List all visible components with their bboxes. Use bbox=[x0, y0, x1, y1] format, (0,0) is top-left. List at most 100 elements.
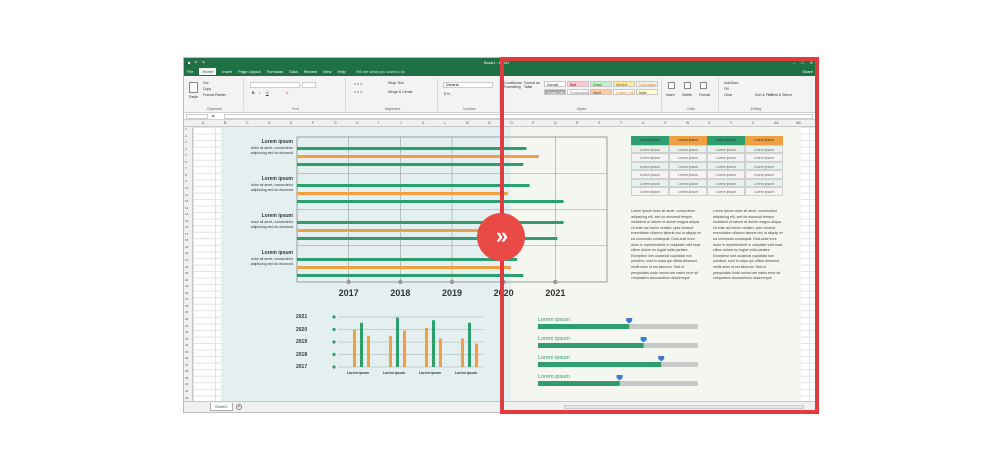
row-header[interactable]: 39 bbox=[185, 376, 188, 380]
column-header[interactable]: S bbox=[598, 120, 600, 127]
format-as-table-button[interactable]: Format as Table bbox=[524, 81, 542, 89]
horizontal-scrollbar[interactable] bbox=[564, 405, 804, 409]
column-header[interactable]: X bbox=[708, 120, 710, 127]
column-header[interactable]: R bbox=[576, 120, 579, 127]
currency-icon[interactable]: $ % , bbox=[444, 92, 452, 96]
row-header[interactable]: 18 bbox=[185, 238, 188, 242]
underline-button[interactable]: U bbox=[266, 91, 269, 95]
row-header[interactable]: 20 bbox=[185, 251, 188, 255]
column-header[interactable]: E bbox=[290, 120, 292, 127]
column-header[interactable]: A bbox=[202, 120, 204, 127]
row-header[interactable]: 5 bbox=[185, 153, 187, 157]
formula-input[interactable] bbox=[224, 114, 813, 119]
format-painter-button[interactable]: Format Painter bbox=[203, 93, 226, 97]
row-header[interactable]: 30 bbox=[185, 317, 188, 321]
row-header[interactable]: 2 bbox=[185, 134, 187, 138]
merge-center-button[interactable]: Merge & Center bbox=[388, 90, 413, 94]
tell-me-search[interactable]: Tell me what you want to do bbox=[356, 69, 405, 74]
menu-tab-page-layout[interactable]: Page Layout bbox=[238, 69, 260, 74]
row-header[interactable]: 7 bbox=[185, 166, 187, 170]
align-left-icon[interactable]: ≡ ≡ ≡ bbox=[354, 90, 362, 94]
redo-icon[interactable]: ↷ bbox=[202, 58, 205, 67]
column-header[interactable]: F bbox=[312, 120, 314, 127]
row-header[interactable]: 25 bbox=[185, 284, 188, 288]
column-header[interactable]: Y bbox=[730, 120, 732, 127]
paste-icon[interactable] bbox=[189, 82, 198, 93]
delete-button[interactable]: Delete bbox=[682, 93, 692, 97]
column-header[interactable]: Z bbox=[752, 120, 754, 127]
row-header[interactable]: 26 bbox=[185, 291, 188, 295]
column-header[interactable]: C bbox=[246, 120, 249, 127]
close-icon[interactable]: ✕ bbox=[810, 58, 813, 67]
row-header[interactable]: 4 bbox=[185, 147, 187, 151]
cell-style-good[interactable]: Good bbox=[590, 81, 612, 87]
undo-icon[interactable]: ↶ bbox=[194, 58, 197, 67]
column-header[interactable]: N bbox=[488, 120, 491, 127]
menu-tab-home[interactable]: Home bbox=[199, 68, 217, 75]
row-header[interactable]: 6 bbox=[185, 160, 187, 164]
name-box[interactable] bbox=[186, 114, 208, 119]
column-header[interactable]: W bbox=[686, 120, 689, 127]
column-header[interactable]: D bbox=[268, 120, 271, 127]
format-cells-icon[interactable] bbox=[700, 82, 707, 89]
column-header[interactable]: O bbox=[510, 120, 513, 127]
copy-button[interactable]: Copy bbox=[203, 87, 211, 91]
row-header[interactable]: 32 bbox=[185, 330, 188, 334]
row-header[interactable]: 41 bbox=[185, 389, 188, 393]
column-header[interactable]: U bbox=[642, 120, 645, 127]
cell-style-normal[interactable]: Normal bbox=[544, 81, 566, 87]
column-header[interactable]: B bbox=[224, 120, 226, 127]
cut-button[interactable]: Cut bbox=[203, 81, 208, 85]
column-header[interactable]: I bbox=[378, 120, 379, 127]
menu-tab-insert[interactable]: Insert bbox=[222, 69, 232, 74]
row-header[interactable]: 33 bbox=[185, 337, 188, 341]
column-header[interactable]: V bbox=[664, 120, 666, 127]
italic-button[interactable]: I bbox=[259, 91, 260, 95]
format-button[interactable]: Format bbox=[699, 93, 710, 97]
row-header[interactable]: 10 bbox=[185, 186, 188, 190]
column-header[interactable]: AA bbox=[774, 120, 779, 127]
menu-tab-formulas[interactable]: Formulas bbox=[267, 69, 284, 74]
font-name-select[interactable] bbox=[250, 82, 300, 88]
column-header[interactable]: M bbox=[466, 120, 469, 127]
row-header[interactable]: 16 bbox=[185, 225, 188, 229]
worksheet-grid[interactable]: 2017 2018 2019 2020 2021 Lorem ipsum dolor si… bbox=[193, 127, 817, 402]
cell-style-check-cell[interactable]: Check Cell bbox=[544, 89, 566, 95]
sheet-tab-sheet1[interactable]: Sheet1 bbox=[210, 403, 233, 411]
cell-style-input[interactable]: Input bbox=[590, 89, 612, 95]
maximize-icon[interactable]: □ bbox=[801, 58, 803, 67]
clear-button[interactable]: Clear bbox=[724, 93, 732, 97]
column-header[interactable]: J bbox=[400, 120, 402, 127]
row-header[interactable]: 1 bbox=[185, 127, 187, 131]
column-header[interactable]: H bbox=[356, 120, 359, 127]
row-header[interactable]: 24 bbox=[185, 278, 188, 282]
cell-style-linked-cell[interactable]: Linked Cell bbox=[613, 89, 635, 95]
column-header[interactable]: Q bbox=[554, 120, 557, 127]
fill-button[interactable]: Fill bbox=[724, 87, 728, 91]
add-sheet-button[interactable]: + bbox=[236, 404, 242, 410]
cell-style-bad[interactable]: Bad bbox=[567, 81, 589, 87]
column-header[interactable]: T bbox=[620, 120, 622, 127]
menu-tab-help[interactable]: Help bbox=[337, 69, 345, 74]
row-header[interactable]: 12 bbox=[185, 199, 188, 203]
row-header[interactable]: 9 bbox=[185, 179, 187, 183]
row-header[interactable]: 29 bbox=[185, 310, 188, 314]
minimize-icon[interactable]: – bbox=[793, 58, 795, 67]
row-header[interactable]: 35 bbox=[185, 350, 188, 354]
row-header[interactable]: 31 bbox=[185, 324, 188, 328]
row-header[interactable]: 38 bbox=[185, 369, 188, 373]
row-header[interactable]: 36 bbox=[185, 356, 188, 360]
cell-style-explanatory-[interactable]: Explanatory... bbox=[567, 89, 591, 95]
menu-tab-view[interactable]: View bbox=[323, 69, 332, 74]
row-header[interactable]: 21 bbox=[185, 258, 188, 262]
autosum-button[interactable]: AutoSum bbox=[724, 81, 738, 85]
row-header[interactable]: 3 bbox=[185, 140, 187, 144]
row-header[interactable]: 34 bbox=[185, 343, 188, 347]
cell-style-neutral[interactable]: Neutral bbox=[613, 81, 635, 87]
column-header[interactable]: K bbox=[422, 120, 424, 127]
row-header[interactable]: 40 bbox=[185, 382, 188, 386]
font-size-select[interactable] bbox=[302, 82, 316, 88]
cell-style-calculation[interactable]: Calculation bbox=[636, 81, 658, 87]
paste-button[interactable]: Paste bbox=[189, 95, 198, 99]
forward-arrow-button[interactable]: » bbox=[477, 213, 525, 261]
